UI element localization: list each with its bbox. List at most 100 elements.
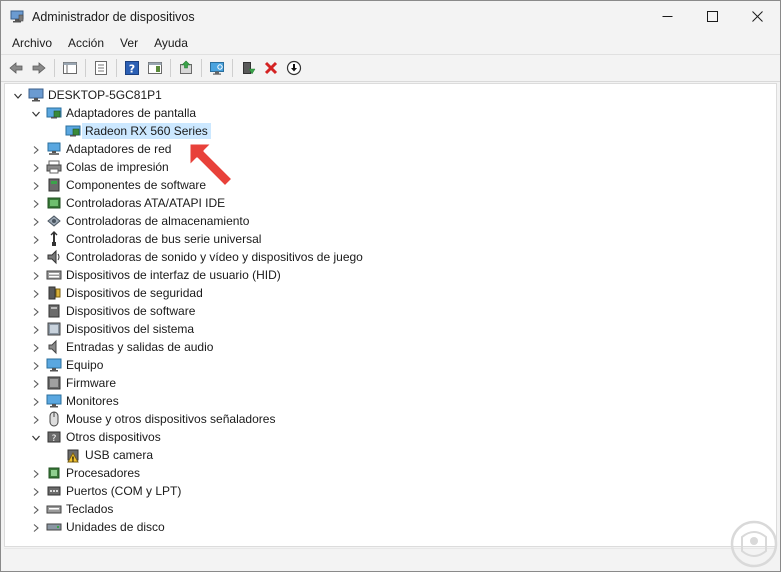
- display-device-icon: [46, 105, 62, 121]
- keyboard-device-icon: [46, 501, 62, 517]
- maximize-button[interactable]: [689, 1, 735, 32]
- enable-device-button[interactable]: [237, 57, 258, 79]
- expand-chevron-icon[interactable]: [31, 270, 41, 280]
- expand-chevron-icon[interactable]: [31, 234, 41, 244]
- tree-item-label: DESKTOP-5GC81P1: [48, 88, 162, 102]
- disable-device-button[interactable]: [283, 57, 304, 79]
- tree-device-usb-camera[interactable]: ! USB camera: [65, 446, 153, 464]
- tree-category-componentes-de-software[interactable]: Componentes de software: [33, 176, 206, 194]
- forward-button[interactable]: [28, 57, 49, 79]
- root-device-icon: [28, 87, 44, 103]
- uninstall-device-button[interactable]: [260, 57, 281, 79]
- audio-device-icon: [46, 339, 62, 355]
- expand-chevron-icon[interactable]: [31, 180, 41, 190]
- scan-hardware-button[interactable]: [206, 57, 227, 79]
- tree-category-monitores[interactable]: Monitores: [33, 392, 119, 410]
- tree-item-label: Adaptadores de pantalla: [66, 106, 197, 120]
- tree-category-dispositivos-de-software[interactable]: Dispositivos de software: [33, 302, 196, 320]
- usb-device-icon: [46, 231, 62, 247]
- tree-item-label: Unidades de disco: [66, 520, 165, 534]
- tree-category-entradas-y-salidas-de-audio[interactable]: Entradas y salidas de audio: [33, 338, 213, 356]
- show-hide-tree-button[interactable]: [59, 57, 80, 79]
- uninstall-icon: [264, 61, 277, 75]
- console-button[interactable]: [144, 57, 165, 79]
- tree-category-adaptadores-de-pantalla[interactable]: Adaptadores de pantalla: [32, 104, 197, 122]
- collapse-chevron-icon[interactable]: [31, 108, 41, 118]
- title-bar[interactable]: Administrador de dispositivos: [1, 1, 780, 32]
- details-button[interactable]: [90, 57, 111, 79]
- forward-icon: [32, 62, 46, 74]
- expand-chevron-icon[interactable]: [31, 468, 41, 478]
- tree-category-unidades-de-disco[interactable]: Unidades de disco: [33, 518, 165, 536]
- help-button[interactable]: ?: [121, 57, 142, 79]
- minimize-button[interactable]: [644, 1, 690, 32]
- expand-chevron-icon[interactable]: [31, 162, 41, 172]
- expand-chevron-icon[interactable]: [31, 486, 41, 496]
- tree-category-dispositivos-de-interfaz-de-usuario-hid[interactable]: Dispositivos de interfaz de usuario (HID…: [33, 266, 281, 284]
- menu-archivo[interactable]: Archivo: [5, 32, 59, 54]
- menu-ver[interactable]: Ver: [113, 32, 145, 54]
- expand-chevron-icon[interactable]: [31, 306, 41, 316]
- tree-root-computer[interactable]: DESKTOP-5GC81P1: [14, 86, 162, 104]
- scan-hardware-icon: [209, 62, 224, 75]
- expand-chevron-icon[interactable]: [31, 144, 41, 154]
- tree-category-dispositivos-de-seguridad[interactable]: Dispositivos de seguridad: [33, 284, 203, 302]
- tree-category-controladoras-ata-atapi-ide[interactable]: Controladoras ATA/ATAPI IDE: [33, 194, 225, 212]
- console-icon: [147, 62, 162, 74]
- tree-category-firmware[interactable]: Firmware: [33, 374, 116, 392]
- update-driver-button[interactable]: [175, 57, 196, 79]
- expand-chevron-icon[interactable]: [31, 198, 41, 208]
- expand-chevron-icon[interactable]: [31, 378, 41, 388]
- expand-chevron-icon[interactable]: [31, 324, 41, 334]
- system-device-icon: [46, 321, 62, 337]
- device-tree[interactable]: DESKTOP-5GC81P1 Adaptadores de pantalla Ra…: [4, 83, 777, 547]
- storage-device-icon: [46, 213, 62, 229]
- tree-category-procesadores[interactable]: Procesadores: [33, 464, 141, 482]
- expand-chevron-icon[interactable]: [31, 414, 41, 424]
- update-driver-icon: [179, 60, 192, 74]
- expand-chevron-icon[interactable]: [31, 288, 41, 298]
- toolbar-separator: [170, 59, 171, 77]
- close-button[interactable]: [734, 1, 780, 32]
- tree-item-label: Procesadores: [66, 466, 141, 480]
- tree-category-otros-dispositivos[interactable]: ? Otros dispositivos: [32, 428, 161, 446]
- display-device-icon: [65, 123, 81, 139]
- collapse-chevron-icon[interactable]: [31, 432, 41, 442]
- toolbar-separator: [201, 59, 202, 77]
- tree-category-puertos-com-y-lpt[interactable]: Puertos (COM y LPT): [33, 482, 182, 500]
- tree-item-label: Dispositivos de software: [66, 304, 196, 318]
- help-icon: ?: [124, 61, 139, 76]
- tree-category-controladoras-de-bus-serie-universal[interactable]: Controladoras de bus serie universal: [33, 230, 261, 248]
- expand-chevron-icon[interactable]: [31, 396, 41, 406]
- maximize-icon: [706, 11, 718, 22]
- tree-item-label: Adaptadores de red: [66, 142, 172, 156]
- tree-item-label: Controladoras de sonido y vídeo y dispos…: [66, 250, 363, 264]
- menu-ayuda[interactable]: Ayuda: [147, 32, 195, 54]
- tree-category-adaptadores-de-red[interactable]: Adaptadores de red: [33, 140, 172, 158]
- menu-accion[interactable]: Acción: [61, 32, 111, 54]
- device-manager-window: Administrador de dispositivos Archivo Ac…: [0, 0, 781, 572]
- expand-chevron-icon[interactable]: [31, 360, 41, 370]
- tree-item-label: Dispositivos de interfaz de usuario (HID…: [66, 268, 281, 282]
- tree-item-label: Dispositivos de seguridad: [66, 286, 203, 300]
- tree-item-label: Puertos (COM y LPT): [66, 484, 182, 498]
- tree-category-controladoras-de-sonido-y-video-y-dispositivos-de-juego[interactable]: Controladoras de sonido y vídeo y dispos…: [33, 248, 363, 266]
- expand-chevron-icon[interactable]: [31, 216, 41, 226]
- camera-device-icon: !: [65, 447, 81, 463]
- expand-chevron-icon[interactable]: [31, 504, 41, 514]
- tree-category-equipo[interactable]: Equipo: [33, 356, 103, 374]
- sound-device-icon: [46, 249, 62, 265]
- minimize-icon: [662, 16, 672, 17]
- tree-category-colas-de-impresion[interactable]: Colas de impresión: [33, 158, 169, 176]
- tree-category-dispositivos-del-sistema[interactable]: Dispositivos del sistema: [33, 320, 194, 338]
- tree-category-controladoras-de-almacenamiento[interactable]: Controladoras de almacenamiento: [33, 212, 249, 230]
- expand-chevron-icon[interactable]: [31, 522, 41, 532]
- back-button[interactable]: [5, 57, 26, 79]
- tree-category-teclados[interactable]: Teclados: [33, 500, 113, 518]
- firmware-device-icon: [46, 375, 62, 391]
- expand-chevron-icon[interactable]: [31, 342, 41, 352]
- tree-category-mouse-y-otros-dispositivos-senaladores[interactable]: Mouse y otros dispositivos señaladores: [33, 410, 275, 428]
- details-icon: [94, 61, 107, 75]
- expand-chevron-icon[interactable]: [31, 252, 41, 262]
- collapse-chevron-icon[interactable]: [13, 90, 23, 100]
